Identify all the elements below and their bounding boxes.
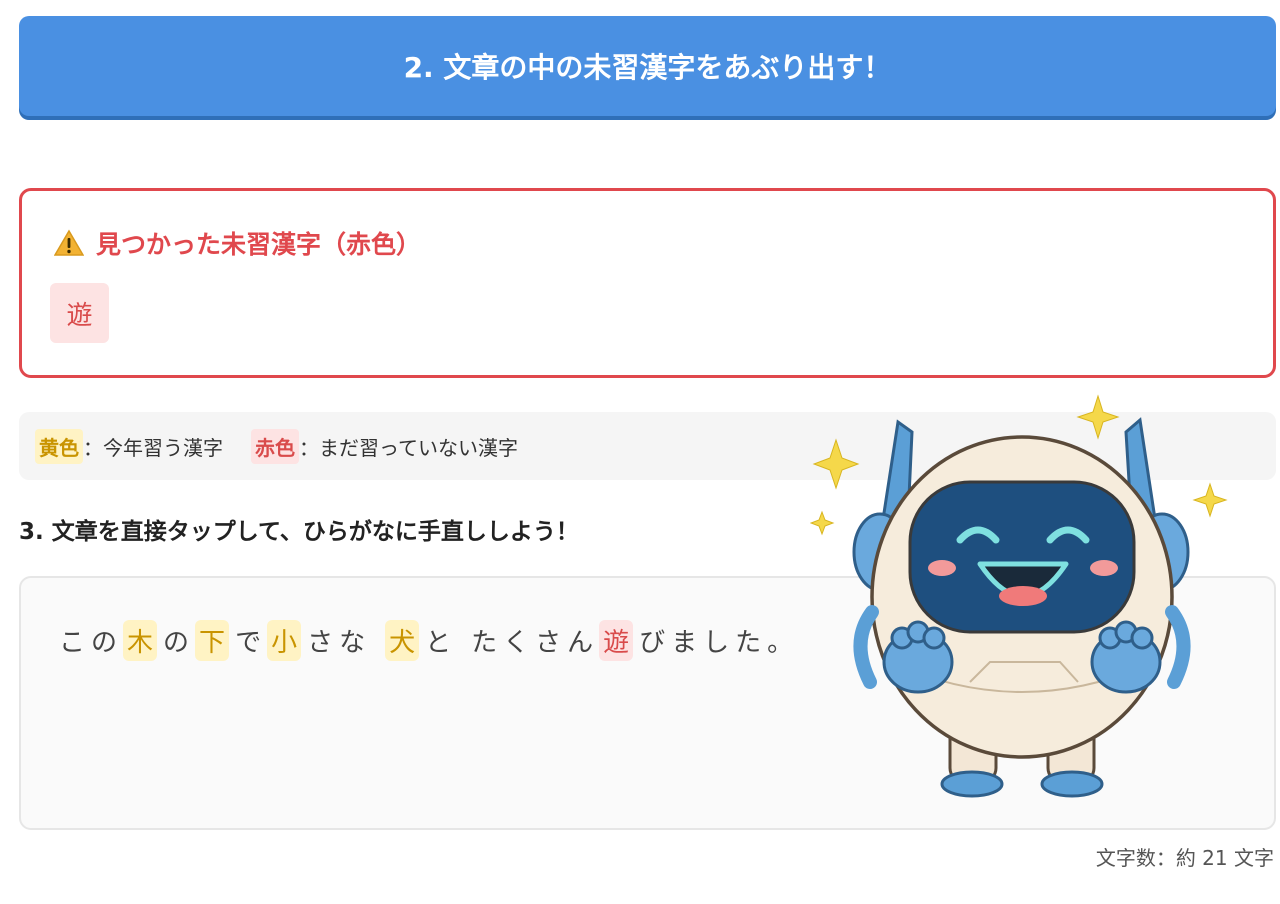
- legend-red-tag: 赤色: [251, 428, 299, 464]
- reveal-unlearned-kanji-button[interactable]: 2. 文章の中の未習漢字をあぶり出す！: [19, 16, 1276, 116]
- this-year-kanji-highlight[interactable]: 木: [123, 620, 158, 661]
- unlearned-kanji-highlight[interactable]: 遊: [599, 620, 634, 661]
- legend-yellow-desc: ：今年習う漢字: [83, 435, 223, 460]
- legend-red-desc: ：まだ習っていない漢字: [299, 435, 518, 460]
- this-year-kanji-highlight[interactable]: 小: [267, 620, 302, 661]
- legend-yellow-tag: 黄色: [35, 428, 83, 464]
- sentence-text-segment: の: [163, 628, 196, 658]
- found-kanji-title: 見つかった未習漢字（赤色）: [96, 230, 422, 259]
- sentence-text-segment: たくさん: [471, 628, 600, 658]
- warning-icon: [54, 229, 84, 256]
- this-year-kanji-highlight[interactable]: 下: [195, 620, 230, 661]
- this-year-kanji-highlight[interactable]: 犬: [385, 620, 420, 661]
- sentence-text-segment: びました。: [639, 628, 800, 658]
- found-kanji-panel: 見つかった未習漢字（赤色） 遊: [19, 188, 1276, 378]
- sentence-text[interactable]: この木の下で小さな犬とたくさん遊びました。: [59, 620, 799, 661]
- robot-mascot-illustration: [810, 394, 1228, 798]
- step3-heading: 3. 文章を直接タップして、ひらがなに手直ししよう！: [19, 519, 579, 545]
- sentence-text-segment: さな: [307, 628, 372, 658]
- sentence-text-segment: で: [235, 628, 268, 658]
- sentence-text-segment: この: [59, 628, 124, 658]
- sentence-text-segment: と: [425, 628, 458, 658]
- char-count: 文字数：約 21 文字: [1095, 846, 1274, 870]
- found-kanji-chip[interactable]: 遊: [50, 283, 109, 343]
